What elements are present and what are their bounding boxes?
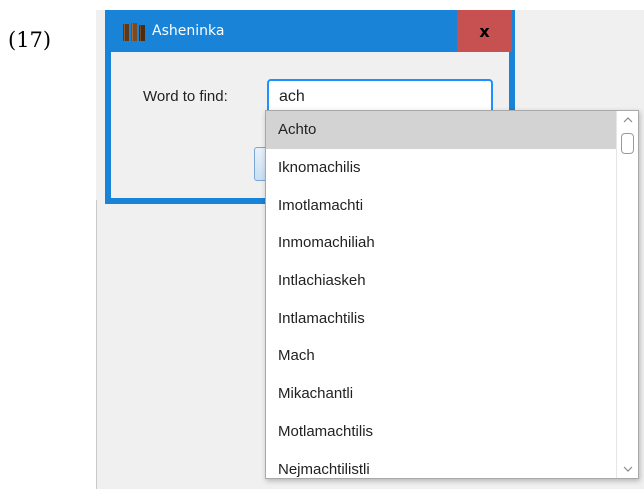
list-item[interactable]: Mikachantli xyxy=(266,375,616,413)
list-item-label: Iknomachilis xyxy=(278,159,361,177)
list-item[interactable]: Imotlamachti xyxy=(266,186,616,224)
list-item-label: Achto xyxy=(278,121,317,139)
example-number: (17) xyxy=(8,28,52,52)
scroll-thumb[interactable] xyxy=(621,133,634,154)
list-item-label: Motlamachtilis xyxy=(278,422,374,440)
books-icon xyxy=(123,23,145,41)
list-item-label: Mach xyxy=(278,347,315,365)
suggestion-list: Achto Iknomachilis Imotlamachti Inmomach… xyxy=(266,111,616,478)
list-item-label: Nejmachtilistli xyxy=(278,460,370,478)
list-item[interactable]: Intlachiaskeh xyxy=(266,262,616,300)
list-item[interactable]: Nejmachtilistli xyxy=(266,450,616,478)
list-item-label: Inmomachiliah xyxy=(278,234,375,252)
autocomplete-dropdown: Achto Iknomachilis Imotlamachti Inmomach… xyxy=(265,110,639,479)
list-item[interactable]: Inmomachiliah xyxy=(266,224,616,262)
list-item-label: Mikachantli xyxy=(278,385,354,403)
close-button[interactable]: x xyxy=(457,10,512,52)
word-to-find-label: Word to find: xyxy=(143,88,228,105)
list-item-label: Intlamachtilis xyxy=(278,309,365,327)
close-icon: x xyxy=(479,21,490,41)
list-item[interactable]: Iknomachilis xyxy=(266,149,616,187)
list-item[interactable]: Achto xyxy=(266,111,616,149)
scroll-down-arrow[interactable] xyxy=(617,460,638,478)
background-border xyxy=(96,200,97,489)
titlebar: Asheninka x xyxy=(105,10,515,52)
chevron-up-icon xyxy=(623,117,632,123)
list-item[interactable]: Mach xyxy=(266,337,616,375)
chevron-down-icon xyxy=(623,466,632,472)
window-title: Asheninka xyxy=(152,23,225,39)
list-item-label: Imotlamachti xyxy=(278,196,364,214)
list-item[interactable]: Motlamachtilis xyxy=(266,413,616,451)
list-item-label: Intlachiaskeh xyxy=(278,272,366,290)
scroll-up-arrow[interactable] xyxy=(617,111,638,129)
list-item[interactable]: Intlamachtilis xyxy=(266,299,616,337)
vertical-scrollbar[interactable] xyxy=(616,111,638,478)
